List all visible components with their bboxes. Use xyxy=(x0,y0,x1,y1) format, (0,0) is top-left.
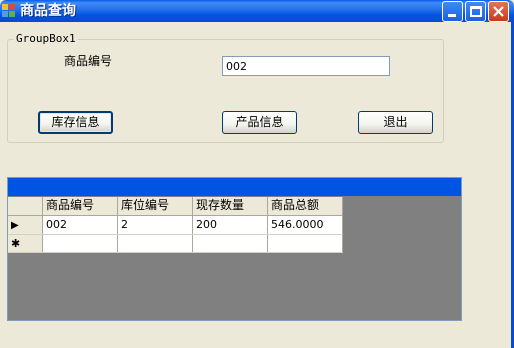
title-bar[interactable]: 商品查询 xyxy=(0,0,514,22)
exit-button[interactable]: 退出 xyxy=(358,111,433,134)
new-row-asterisk-icon: ✱ xyxy=(11,236,21,250)
new-cell-product-code[interactable] xyxy=(42,234,118,253)
groupbox-legend: GroupBox1 xyxy=(14,32,78,45)
product-code-label: 商品编号 xyxy=(64,54,113,68)
cell-stock-qty[interactable]: 200 xyxy=(192,215,268,235)
table-row[interactable]: ▶ 002 2 200 546.0000 xyxy=(8,215,343,235)
row-header-new[interactable]: ✱ xyxy=(8,234,43,253)
product-code-input[interactable] xyxy=(222,56,390,76)
grid-table: 商品编号 库位编号 现存数量 商品总额 ▶ 002 2 200 546.0000… xyxy=(8,197,343,253)
row-header-current[interactable]: ▶ xyxy=(8,215,43,235)
grid-corner-cell[interactable] xyxy=(8,197,43,216)
new-cell-stock-qty[interactable] xyxy=(192,234,268,253)
inventory-info-button[interactable]: 库存信息 xyxy=(38,111,113,134)
column-header-stock-qty[interactable]: 现存数量 xyxy=(192,197,268,216)
data-grid[interactable]: 商品编号 库位编号 现存数量 商品总额 ▶ 002 2 200 546.0000… xyxy=(7,177,462,321)
current-row-arrow-icon: ▶ xyxy=(11,219,19,231)
new-cell-location-code[interactable] xyxy=(117,234,193,253)
main-window: 商品查询 GroupBox1 商品编号 库存信息 产品信息 退出 xyxy=(0,0,514,348)
column-header-product-code[interactable]: 商品编号 xyxy=(42,197,118,216)
column-header-total-amount[interactable]: 商品总额 xyxy=(267,197,343,216)
cell-total-amount[interactable]: 546.0000 xyxy=(267,215,343,235)
close-button[interactable] xyxy=(488,1,509,22)
maximize-icon xyxy=(470,6,482,17)
new-row[interactable]: ✱ xyxy=(8,234,343,253)
window-app-icon[interactable] xyxy=(2,4,16,18)
grid-caption-bar xyxy=(8,178,461,196)
maximize-button[interactable] xyxy=(465,1,486,22)
cell-location-code[interactable]: 2 xyxy=(117,215,193,235)
new-cell-total-amount[interactable] xyxy=(267,234,343,253)
column-header-location-code[interactable]: 库位编号 xyxy=(117,197,193,216)
cell-product-code[interactable]: 002 xyxy=(42,215,118,235)
minimize-icon xyxy=(448,14,456,17)
grid-header-row: 商品编号 库位编号 现存数量 商品总额 xyxy=(8,197,343,216)
product-info-button[interactable]: 产品信息 xyxy=(222,111,297,134)
window-title: 商品查询 xyxy=(20,3,76,19)
close-icon xyxy=(489,2,508,21)
minimize-button[interactable] xyxy=(442,1,463,22)
